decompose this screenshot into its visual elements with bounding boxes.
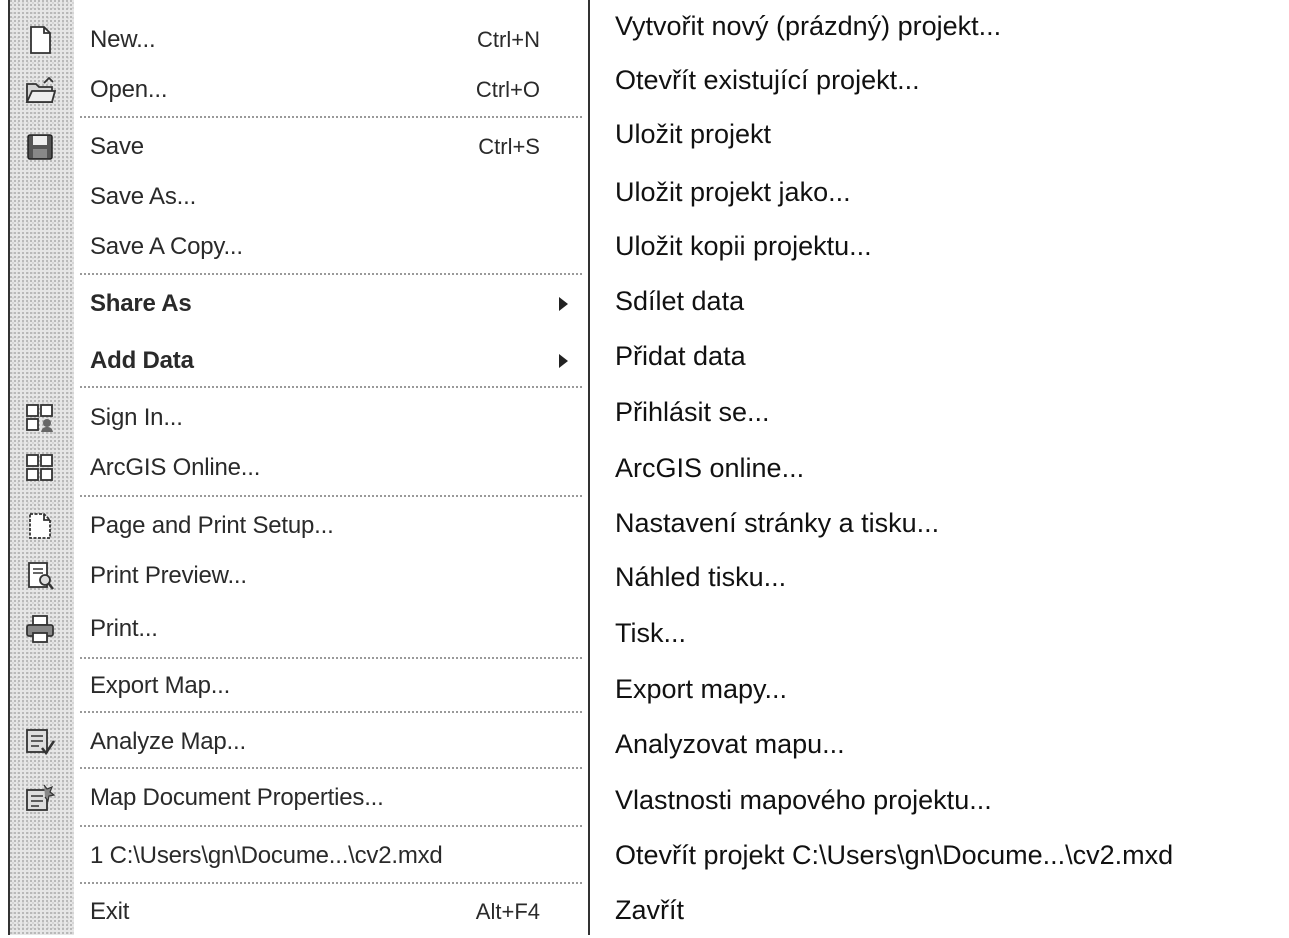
menu-separator — [80, 711, 582, 713]
menu-separator — [80, 273, 582, 275]
shortcut-label: Alt+F4 — [475, 899, 540, 924]
file-menu: New... Ctrl+N Open... Ctrl+O Save Ctrl+S… — [8, 0, 590, 935]
arcgis-online-icon — [22, 451, 58, 485]
menu-item-label: Save A Copy... — [90, 233, 243, 260]
translation-save: Uložit projekt — [615, 118, 772, 149]
sign-in-icon — [22, 401, 58, 435]
translation-export-map: Export mapy... — [615, 673, 788, 704]
shortcut-label: Ctrl+N — [477, 27, 540, 52]
menu-item-page-and-print-setup[interactable]: Page and Print Setup... — [10, 500, 588, 552]
menu-item-export-map[interactable]: Export Map... — [10, 660, 588, 712]
menu-item-arcgis-online[interactable]: ArcGIS Online... — [10, 442, 588, 494]
menu-item-exit[interactable]: Exit Alt+F4 — [10, 886, 588, 938]
translation-arcgis-online: ArcGIS online... — [615, 452, 805, 483]
menu-item-label: Map Document Properties... — [90, 784, 384, 811]
translation-map-document-properties: Vlastnosti mapového projektu... — [615, 784, 992, 815]
menu-item-label: Print Preview... — [90, 562, 247, 589]
menu-separator — [80, 767, 582, 769]
analyze-map-icon — [22, 725, 58, 759]
submenu-arrow-icon — [559, 354, 568, 368]
menu-item-sign-in[interactable]: Sign In... — [10, 392, 588, 444]
menu-item-label: Sign In... — [90, 404, 183, 431]
menu-item-save-as[interactable]: Save As... — [10, 171, 588, 223]
menu-separator — [80, 657, 582, 659]
translation-open: Otevřít existující projekt... — [615, 64, 920, 95]
shortcut-label: Ctrl+O — [475, 77, 540, 102]
menu-item-share-as[interactable]: Share As — [10, 278, 588, 330]
menu-separator — [80, 386, 582, 388]
menu-item-recent-file[interactable]: 1 C:\Users\gn\Docume...\cv2.mxd — [10, 830, 588, 882]
menu-item-label: Print... — [90, 615, 158, 642]
menu-item-print[interactable]: Print... — [10, 603, 588, 655]
translation-print-preview: Náhled tisku... — [615, 561, 787, 592]
translation-analyze-map: Analyzovat mapu... — [615, 728, 845, 759]
translation-save-as: Uložit projekt jako... — [615, 176, 851, 207]
menu-separator — [80, 825, 582, 827]
menu-item-new[interactable]: New... Ctrl+N — [10, 14, 588, 66]
menu-item-save[interactable]: Save Ctrl+S — [10, 121, 588, 173]
menu-separator — [80, 116, 582, 118]
menu-item-print-preview[interactable]: Print Preview... — [10, 550, 588, 602]
menu-item-label: Page and Print Setup... — [90, 512, 334, 539]
menu-separator — [80, 882, 582, 884]
translation-sign-in: Přihlásit se... — [615, 396, 770, 427]
menu-item-label: Save As... — [90, 183, 197, 210]
translation-add-data: Přidat data — [615, 340, 746, 371]
menu-separator — [80, 495, 582, 497]
printer-icon — [22, 612, 58, 646]
save-disk-icon — [22, 130, 58, 164]
translation-save-a-copy: Uložit kopii projektu... — [615, 230, 872, 261]
translation-page-and-print-setup: Nastavení stránky a tisku... — [615, 507, 940, 538]
menu-item-label: Exit — [90, 898, 130, 925]
menu-item-map-document-properties[interactable]: Map Document Properties... — [10, 772, 588, 824]
translation-new: Vytvořit nový (prázdný) projekt... — [615, 10, 1002, 41]
menu-item-analyze-map[interactable]: Analyze Map... — [10, 716, 588, 768]
translation-print: Tisk... — [615, 617, 686, 648]
menu-item-label: 1 C:\Users\gn\Docume...\cv2.mxd — [90, 842, 443, 869]
menu-item-label: New... — [90, 26, 156, 53]
menu-item-label: Export Map... — [90, 672, 231, 699]
menu-item-label: Add Data — [90, 347, 194, 374]
menu-item-open[interactable]: Open... Ctrl+O — [10, 64, 588, 116]
menu-item-label: Share As — [90, 290, 192, 317]
menu-item-label: Analyze Map... — [90, 728, 246, 755]
menu-item-label: Open... — [90, 76, 168, 103]
document-properties-icon — [22, 781, 58, 815]
menu-item-label: ArcGIS Online... — [90, 454, 261, 481]
new-document-icon — [22, 23, 58, 57]
open-folder-icon — [22, 73, 58, 107]
translation-exit: Zavřít — [615, 894, 685, 925]
translation-recent-file: Otevřít projekt C:\Users\gn\Docume...\cv… — [615, 839, 1174, 870]
menu-item-add-data[interactable]: Add Data — [10, 335, 588, 387]
print-preview-icon — [22, 559, 58, 593]
menu-item-save-a-copy[interactable]: Save A Copy... — [10, 221, 588, 273]
translation-share-as: Sdílet data — [615, 285, 745, 316]
menu-item-label: Save — [90, 133, 144, 160]
submenu-arrow-icon — [559, 297, 568, 311]
page-setup-icon — [22, 509, 58, 543]
shortcut-label: Ctrl+S — [478, 134, 540, 159]
